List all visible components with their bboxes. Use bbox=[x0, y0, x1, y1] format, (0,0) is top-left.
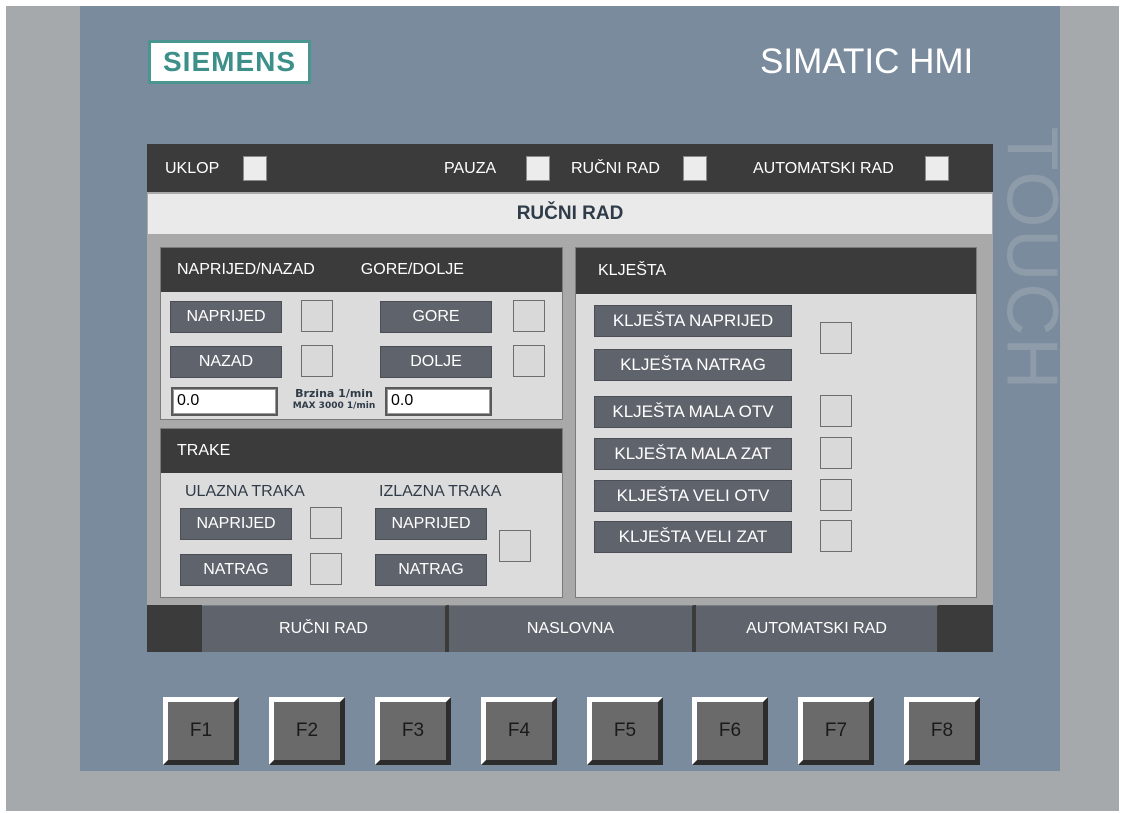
touch-label: TOUCH bbox=[991, 127, 1071, 392]
naprijed-indicator bbox=[301, 300, 333, 332]
motion-panel-header: NAPRIJED/NAZAD GORE/DOLJE bbox=[161, 248, 562, 292]
f3-key[interactable]: F3 bbox=[375, 697, 451, 765]
nav-automatski-rad-button[interactable]: AUTOMATSKI RAD bbox=[696, 605, 939, 652]
ulazna-natrag-indicator bbox=[310, 553, 342, 585]
status-uklop-label: UKLOP bbox=[165, 160, 220, 177]
nazad-indicator bbox=[301, 345, 333, 377]
kljesta-header: KLJEŠTA bbox=[598, 262, 667, 279]
kljesta-veli-zat-button[interactable]: KLJEŠTA VELI ZAT bbox=[594, 521, 792, 553]
ulazna-traka-label: ULAZNA TRAKA bbox=[185, 483, 305, 500]
status-pauza-label: PAUZA bbox=[444, 160, 497, 177]
f1-key[interactable]: F1 bbox=[163, 697, 239, 765]
kljesta-mala-zat-button[interactable]: KLJEŠTA MALA ZAT bbox=[594, 438, 792, 470]
ulazna-naprijed-indicator bbox=[310, 507, 342, 539]
dolje-button[interactable]: DOLJE bbox=[380, 346, 492, 378]
f6-key[interactable]: F6 bbox=[692, 697, 768, 765]
status-pauza-indicator bbox=[526, 156, 550, 181]
motion-header-left: NAPRIJED/NAZAD bbox=[177, 261, 315, 278]
trake-header: TRAKE bbox=[177, 442, 231, 459]
kljesta-panel-header: KLJEŠTA bbox=[576, 248, 976, 294]
status-automatski-label: AUTOMATSKI RAD bbox=[753, 160, 894, 177]
kljesta-naprijed-button[interactable]: KLJEŠTA NAPRIJED bbox=[594, 305, 792, 337]
speed-label: Brzina 1/min MAX 3000 1/min bbox=[283, 387, 385, 412]
gore-button[interactable]: GORE bbox=[380, 301, 492, 333]
product-label: SIMATIC HMI bbox=[760, 42, 974, 81]
trake-panel-header: TRAKE bbox=[161, 429, 562, 473]
status-rucni-indicator bbox=[683, 156, 707, 181]
naprijed-button[interactable]: NAPRIJED bbox=[170, 301, 282, 333]
speed-right-field[interactable]: 0.0 bbox=[385, 387, 492, 416]
izlazna-natrag-button[interactable]: NATRAG bbox=[375, 554, 487, 586]
izlazna-naprijed-button[interactable]: NAPRIJED bbox=[375, 508, 487, 540]
kljesta-mala-otv-indicator bbox=[820, 395, 852, 427]
ulazna-natrag-button[interactable]: NATRAG bbox=[180, 554, 292, 586]
nav-rucni-rad-button[interactable]: RUČNI RAD bbox=[202, 605, 447, 652]
f4-key[interactable]: F4 bbox=[481, 697, 557, 765]
motion-header-right: GORE/DOLJE bbox=[360, 261, 464, 278]
kljesta-mala-otv-button[interactable]: KLJEŠTA MALA OTV bbox=[594, 396, 792, 428]
f8-key[interactable]: F8 bbox=[904, 697, 980, 765]
speed-left-field[interactable]: 0.0 bbox=[171, 387, 278, 416]
f5-key[interactable]: F5 bbox=[587, 697, 663, 765]
touch-text: TOUCH bbox=[991, 126, 1072, 392]
kljesta-veli-zat-indicator bbox=[820, 520, 852, 552]
status-rucni-label: RUČNI RAD bbox=[571, 160, 660, 177]
speed-max-text: MAX 3000 1/min bbox=[292, 401, 376, 411]
kljesta-veli-otv-indicator bbox=[820, 479, 852, 511]
ulazna-naprijed-button[interactable]: NAPRIJED bbox=[180, 508, 292, 540]
screen-title: RUČNI RAD bbox=[148, 194, 992, 234]
izlazna-traka-label: IZLAZNA TRAKA bbox=[379, 483, 502, 500]
nav-naslovna-button[interactable]: NASLOVNA bbox=[449, 605, 694, 652]
siemens-logo: SIEMENS bbox=[148, 40, 311, 84]
status-automatski-indicator bbox=[925, 156, 949, 181]
kljesta-veli-otv-button[interactable]: KLJEŠTA VELI OTV bbox=[594, 480, 792, 512]
speed-label-text: Brzina 1/min bbox=[295, 387, 373, 400]
izlazna-indicator bbox=[499, 530, 531, 562]
dolje-indicator bbox=[513, 345, 545, 377]
kljesta-mala-zat-indicator bbox=[820, 437, 852, 469]
status-uklop-indicator bbox=[243, 156, 267, 181]
kljesta-smjer-indicator bbox=[820, 322, 852, 354]
gore-indicator bbox=[513, 300, 545, 332]
f7-key[interactable]: F7 bbox=[798, 697, 874, 765]
kljesta-natrag-button[interactable]: KLJEŠTA NATRAG bbox=[594, 349, 792, 381]
f2-key[interactable]: F2 bbox=[269, 697, 345, 765]
nazad-button[interactable]: NAZAD bbox=[170, 346, 282, 378]
